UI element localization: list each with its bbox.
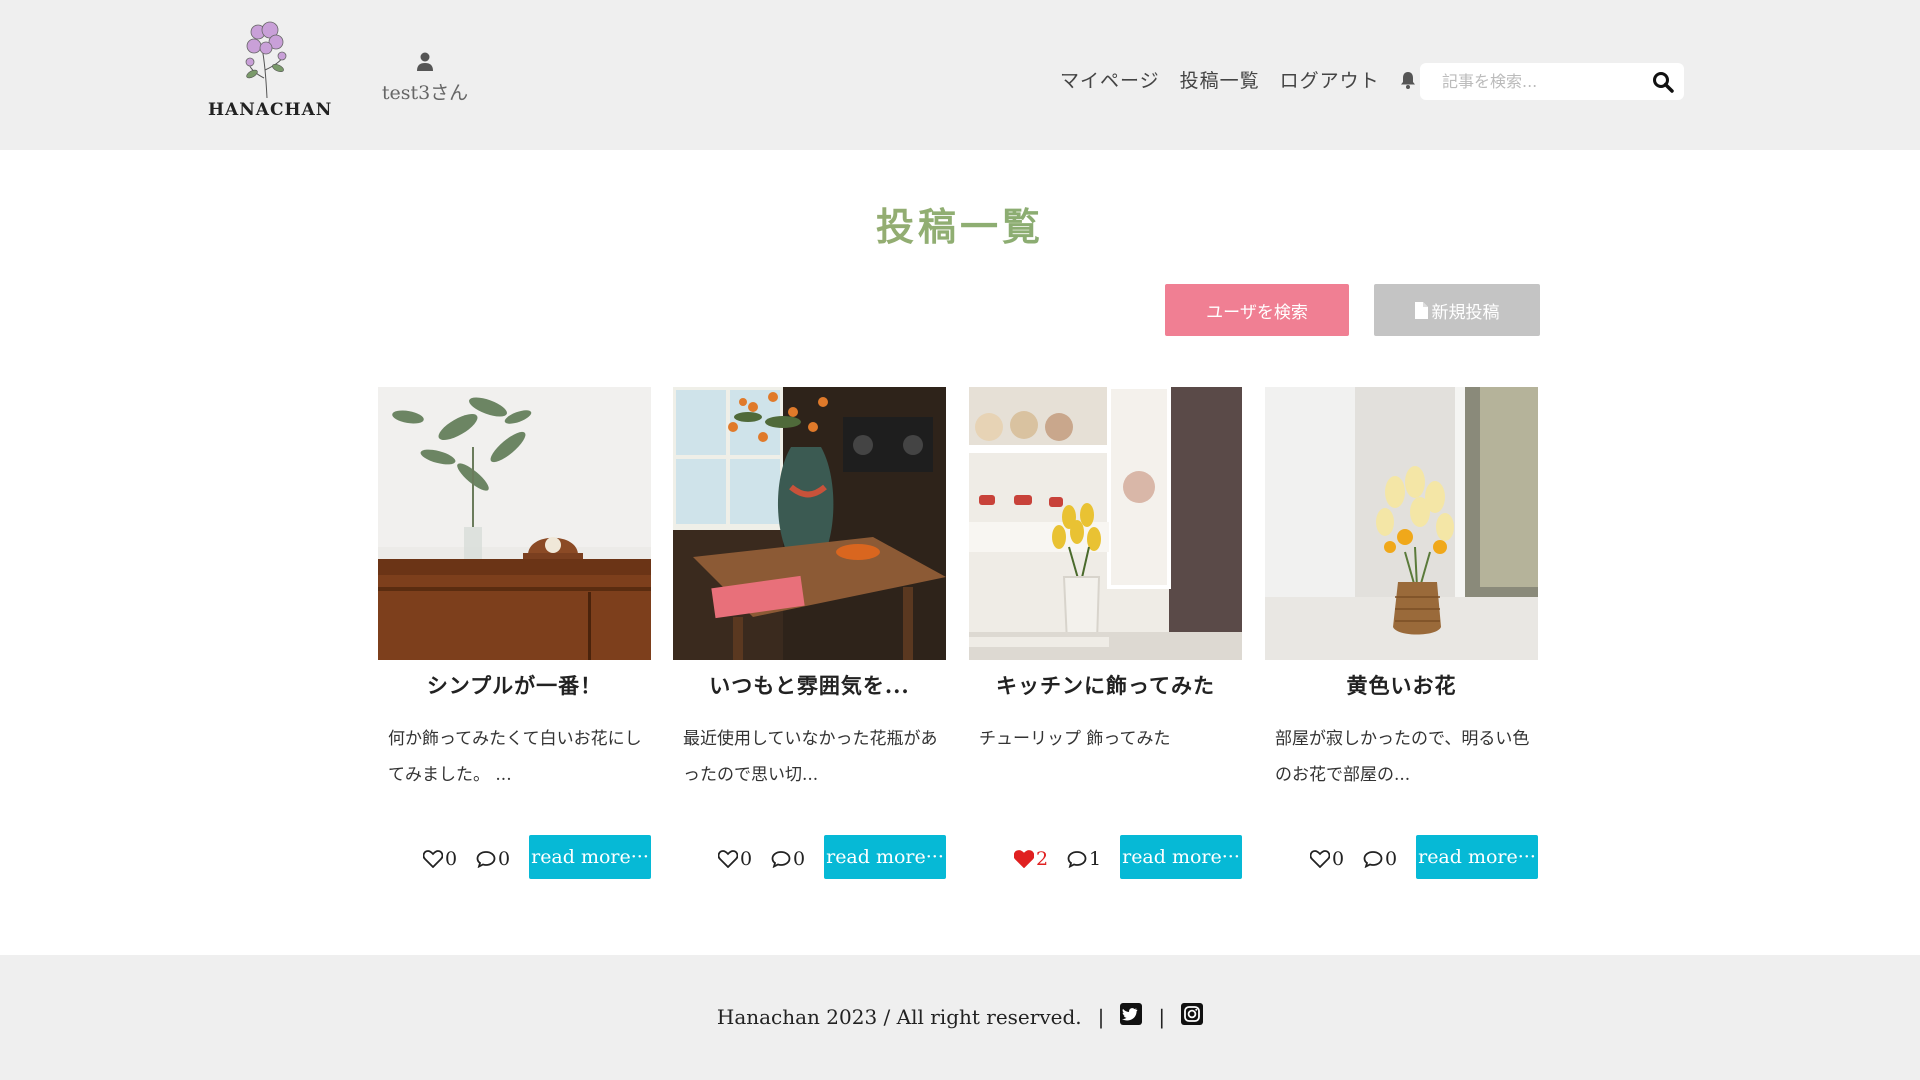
read-more-button[interactable]: read more···	[529, 835, 651, 879]
site-footer: Hanachan 2023 / All right reserved. | |	[0, 955, 1920, 1080]
comment-icon	[771, 851, 791, 868]
post-excerpt: チューリップ 飾ってみた	[979, 729, 1171, 749]
post-footer: 0 0 read more···	[673, 835, 946, 879]
comment-button[interactable]: 0	[1363, 848, 1397, 870]
nav-posts-link[interactable]: 投稿一覧	[1180, 66, 1260, 93]
site-logo[interactable]: HANACHAN	[208, 18, 333, 124]
post-image[interactable]	[1265, 387, 1538, 660]
like-button[interactable]: 0	[423, 848, 457, 870]
post-card: 黄色いお花 部屋が寂しかったので、明るい色のお花で部屋の... 0 0 read…	[1265, 387, 1538, 881]
comment-icon	[476, 851, 496, 868]
heart-icon	[718, 850, 738, 868]
like-button[interactable]: 0	[718, 848, 752, 870]
post-title[interactable]: いつもと雰囲気を...	[673, 670, 946, 700]
nav-logout-link[interactable]: ログアウト	[1280, 66, 1380, 93]
logo-text: HANACHAN	[208, 100, 333, 120]
copyright-text: Hanachan 2023 / All right reserved.	[716, 1004, 1082, 1029]
post-image[interactable]	[969, 387, 1242, 660]
post-image[interactable]	[673, 387, 946, 660]
like-count: 0	[1332, 848, 1345, 870]
post-title[interactable]: 黄色いお花	[1265, 670, 1538, 700]
like-button[interactable]: 0	[1310, 848, 1344, 870]
post-title[interactable]: シンプルが一番！	[378, 670, 651, 700]
like-count: 0	[445, 848, 458, 870]
user-profile[interactable]: test3さん	[380, 52, 470, 105]
post-card: いつもと雰囲気を... 最近使用していなかった花瓶があったので思い切... 0 …	[673, 387, 946, 881]
page-title: 投稿一覧	[0, 196, 1920, 251]
like-button[interactable]: 2	[1014, 848, 1048, 870]
comment-count: 0	[793, 848, 806, 870]
post-card: シンプルが一番！ 何か飾ってみたくて白いお花にしてみました。 ... 0 0 r…	[378, 387, 651, 881]
post-title[interactable]: キッチンに飾ってみた	[969, 670, 1242, 700]
comment-button[interactable]: 0	[476, 848, 510, 870]
user-icon	[417, 52, 433, 71]
instagram-icon[interactable]	[1181, 1003, 1204, 1030]
user-name: test3さん	[381, 82, 469, 104]
post-card: キッチンに飾ってみた チューリップ 飾ってみた 2 1 read more···	[969, 387, 1242, 881]
comment-button[interactable]: 0	[771, 848, 805, 870]
comment-count: 0	[1385, 848, 1398, 870]
like-count: 0	[740, 848, 753, 870]
post-footer: 0 0 read more···	[1265, 835, 1538, 879]
post-excerpt: 最近使用していなかった花瓶があったので思い切...	[683, 729, 938, 785]
comment-count: 0	[498, 848, 511, 870]
site-header: HANACHAN test3さん マイページ 投稿一覧 ログアウト	[0, 0, 1920, 150]
read-more-button[interactable]: read more···	[824, 835, 946, 879]
post-footer: 0 0 read more···	[378, 835, 651, 879]
read-more-button[interactable]: read more···	[1416, 835, 1538, 879]
read-more-button[interactable]: read more···	[1120, 835, 1242, 879]
heart-icon	[423, 850, 443, 868]
flower-logo-icon	[245, 21, 287, 99]
like-count: 2	[1036, 848, 1049, 870]
post-list: シンプルが一番！ 何か飾ってみたくて白いお花にしてみました。 ... 0 0 r…	[378, 387, 1540, 887]
new-post-button[interactable]: 新規投稿	[1374, 284, 1540, 336]
post-image[interactable]	[378, 387, 651, 660]
comment-count: 1	[1089, 848, 1102, 870]
post-footer: 2 1 read more···	[969, 835, 1242, 879]
heart-icon	[1310, 850, 1330, 868]
comment-button[interactable]: 1	[1067, 848, 1101, 870]
nav-mypage-link[interactable]: マイページ	[1060, 66, 1160, 93]
search-box	[1420, 63, 1684, 100]
post-excerpt: 部屋が寂しかったので、明るい色のお花で部屋の...	[1275, 729, 1530, 785]
user-search-button[interactable]: ユーザを検索	[1165, 284, 1349, 336]
footer-separator: |	[1097, 1004, 1105, 1029]
heart-icon	[1014, 850, 1034, 868]
file-icon	[1414, 301, 1428, 319]
twitter-icon[interactable]	[1120, 1003, 1143, 1030]
new-post-label: 新規投稿	[1431, 302, 1500, 323]
post-excerpt: 何か飾ってみたくて白いお花にしてみました。 ...	[388, 729, 642, 785]
comment-icon	[1067, 851, 1087, 868]
bell-icon[interactable]	[1400, 71, 1416, 89]
comment-icon	[1363, 851, 1383, 868]
main-nav: マイページ 投稿一覧 ログアウト	[1060, 66, 1416, 93]
footer-separator: |	[1158, 1004, 1166, 1029]
search-input[interactable]	[1420, 63, 1640, 100]
search-icon[interactable]	[1652, 71, 1674, 97]
